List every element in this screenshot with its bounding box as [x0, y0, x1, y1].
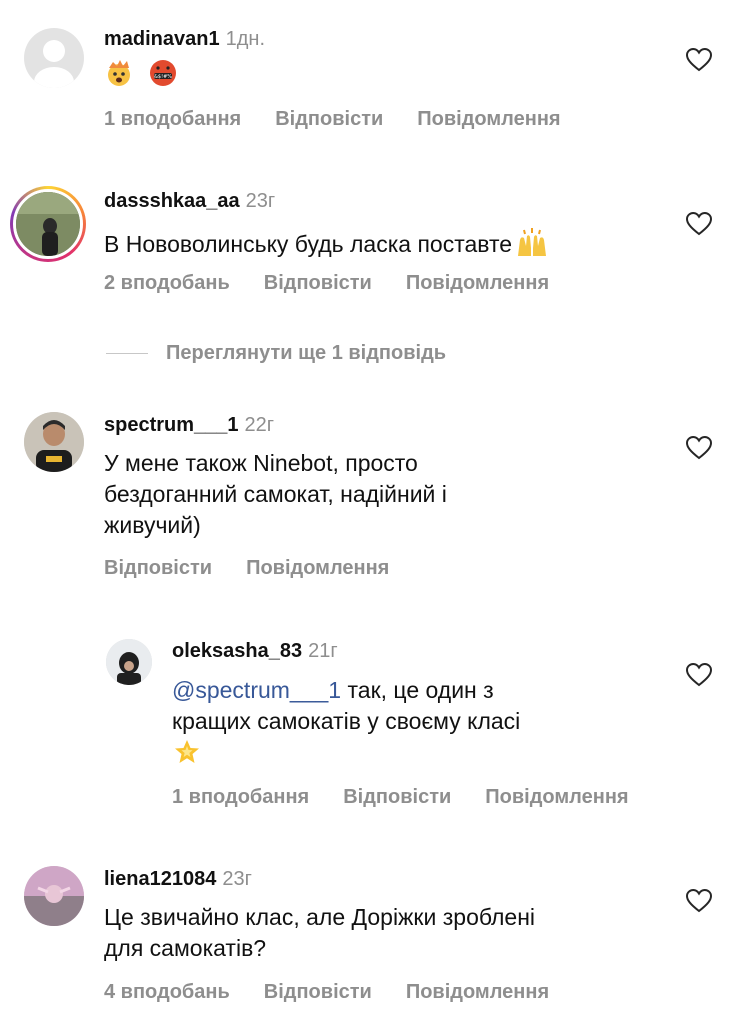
comment-text: Це звичайно клас, але Доріжки зроблені д… [104, 902, 535, 964]
comment-text-line [172, 737, 520, 775]
reply-button[interactable]: Відповісти [275, 108, 383, 130]
heart-outline-icon[interactable] [686, 663, 712, 687]
comment-time: 1дн. [225, 28, 266, 50]
likes-count[interactable]: 1 вподобання [172, 786, 309, 808]
comment-text: @spectrum___1 так, це один з кращих само… [172, 675, 520, 775]
likes-count[interactable]: 4 вподобань [104, 981, 230, 1003]
comment-text-line: бездоганний самокат, надійний і [104, 481, 447, 507]
avatar-with-story-ring[interactable] [10, 186, 86, 262]
comment-text: &$!#% [104, 58, 178, 96]
message-button[interactable]: Повідомлення [417, 108, 560, 130]
comment-username[interactable]: spectrum___1 22г [104, 414, 274, 437]
comment-text-content: так, це один з [341, 677, 494, 703]
comment-time: 22г [244, 414, 275, 436]
avatar-photo [13, 189, 83, 259]
avatar[interactable] [106, 639, 152, 685]
comment-username[interactable]: liena121084 23г [104, 868, 252, 891]
comment-text: В Нововолинську будь ласка поставте [104, 226, 550, 266]
reply-button[interactable]: Відповісти [343, 786, 451, 808]
svg-text:&$!#%: &$!#% [154, 74, 172, 80]
raising-hands-emoji [514, 226, 550, 266]
username-text[interactable]: oleksasha_83 [172, 640, 302, 662]
view-more-replies-label[interactable]: Переглянути ще 1 відповідь [166, 342, 446, 365]
username-text[interactable]: dassshkaa_aa [104, 190, 240, 212]
comment-username[interactable]: dassshkaa_aa 23г [104, 190, 275, 213]
comment-username[interactable]: madinavan1 1дн. [104, 28, 265, 51]
comment-actions: 2 вподобань Відповісти Повідомлення [104, 272, 583, 295]
comment-text: У мене також Ninebot, просто бездоганний… [104, 448, 447, 541]
reply-button[interactable]: Відповісти [264, 981, 372, 1003]
divider-line [106, 353, 148, 354]
comment-text-line: @spectrum___1 так, це один з [172, 675, 520, 706]
likes-count[interactable]: 2 вподобань [104, 272, 230, 294]
comment-text-line: Це звичайно клас, але Доріжки зроблені [104, 904, 536, 930]
comment-text-line: для самокатів? [104, 935, 267, 961]
comment-time: 23г [245, 190, 276, 212]
message-button[interactable]: Повідомлення [246, 557, 389, 579]
comment-text-line: кращих самокатів у своєму класі [172, 708, 521, 734]
comment-actions: 1 вподобання Відповісти Повідомлення [172, 786, 663, 809]
message-button[interactable]: Повідомлення [485, 786, 628, 808]
heart-outline-icon[interactable] [686, 889, 712, 913]
reply-button[interactable]: Відповісти [264, 272, 372, 294]
avatar[interactable] [24, 28, 84, 88]
username-text[interactable]: liena121084 [104, 868, 216, 890]
view-more-replies-button[interactable]: Переглянути ще 1 відповідь [106, 342, 446, 365]
message-button[interactable]: Повідомлення [406, 981, 549, 1003]
glowing-star-emoji [172, 737, 202, 775]
comment-text-line: живучий) [104, 512, 201, 538]
mention-link[interactable]: @spectrum___1 [172, 677, 341, 703]
comment-actions: 1 вподобання Відповісти Повідомлення [104, 108, 595, 131]
comment-time: 23г [222, 868, 252, 890]
username-text[interactable]: madinavan1 [104, 28, 220, 50]
reply-button[interactable]: Відповісти [104, 557, 212, 579]
face-with-symbols-emoji: &$!#% [148, 58, 178, 96]
comment-actions: 4 вподобань Відповісти Повідомлення [104, 981, 583, 1004]
username-text[interactable]: spectrum___1 [104, 414, 239, 436]
likes-count[interactable]: 1 вподобання [104, 108, 241, 130]
comment-text-line: У мене також Ninebot, просто [104, 450, 418, 476]
avatar[interactable] [24, 866, 84, 926]
message-button[interactable]: Повідомлення [406, 272, 549, 294]
heart-outline-icon[interactable] [686, 436, 712, 460]
avatar[interactable] [24, 412, 84, 472]
heart-outline-icon[interactable] [686, 212, 712, 236]
comment-text-content: В Нововолинську будь ласка поставте [104, 231, 513, 258]
comment-username[interactable]: oleksasha_83 21г [172, 640, 338, 663]
comment-actions: Відповісти Повідомлення [104, 557, 423, 580]
exploding-head-emoji [104, 58, 134, 96]
heart-outline-icon[interactable] [686, 48, 712, 72]
comment-time: 21г [308, 640, 338, 662]
